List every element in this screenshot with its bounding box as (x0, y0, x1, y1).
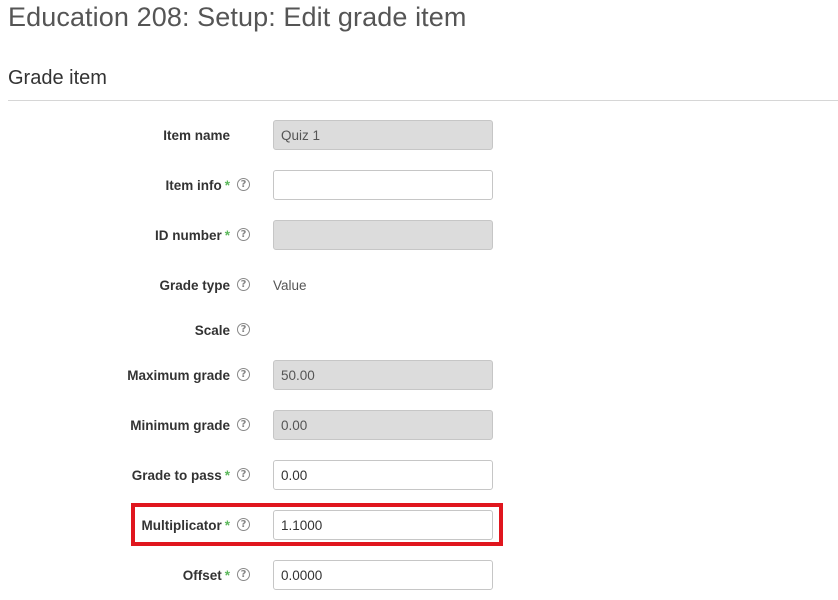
form-row-item-info: Item info *? (0, 170, 838, 200)
help-icon[interactable]: ? (237, 518, 250, 531)
grade-type-value: Value (273, 277, 307, 293)
minimum-grade-label-group: Minimum grade (130, 410, 230, 440)
form-row-id-number: ID number *? (0, 220, 838, 250)
item-info-label-group: Item info * (165, 170, 230, 200)
multiplicator-label-group: Multiplicator * (141, 510, 230, 540)
grade-to-pass-label-group: Grade to pass * (132, 460, 230, 490)
id-number-input (273, 220, 493, 250)
required-asterisk-icon: * (224, 567, 230, 583)
multiplicator-label: Multiplicator (141, 517, 222, 533)
section-divider (8, 100, 838, 101)
maximum-grade-label-group: Maximum grade (127, 360, 230, 390)
form-row-scale: Scale? (0, 315, 838, 345)
grade-to-pass-input[interactable] (273, 460, 493, 490)
required-asterisk-icon: * (224, 177, 230, 193)
form-row-minimum-grade: Minimum grade? (0, 410, 838, 440)
offset-input[interactable] (273, 560, 493, 590)
required-asterisk-icon: * (224, 467, 230, 483)
offset-label-group: Offset * (183, 560, 230, 590)
help-icon[interactable]: ? (237, 368, 250, 381)
help-icon[interactable]: ? (237, 278, 250, 291)
required-asterisk-icon: * (224, 227, 230, 243)
id-number-label-group: ID number * (155, 220, 230, 250)
scale-label-group: Scale (195, 315, 230, 345)
item-info-input[interactable] (273, 170, 493, 200)
help-icon[interactable]: ? (237, 178, 250, 191)
form-row-grade-to-pass: Grade to pass *? (0, 460, 838, 490)
multiplicator-input[interactable] (273, 510, 493, 540)
form-row-multiplicator: Multiplicator *? (0, 510, 838, 540)
maximum-grade-input (273, 360, 493, 390)
item-name-label-group: Item name (163, 120, 230, 150)
help-icon[interactable]: ? (237, 418, 250, 431)
item-name-label: Item name (163, 127, 230, 143)
form-row-grade-type: Grade type? Value (0, 270, 838, 300)
help-icon[interactable]: ? (237, 468, 250, 481)
offset-label: Offset (182, 567, 222, 583)
grade-to-pass-label: Grade to pass (131, 467, 222, 483)
help-icon[interactable]: ? (237, 568, 250, 581)
page-title: Education 208: Setup: Edit grade item (8, 2, 467, 32)
form-row-maximum-grade: Maximum grade? (0, 360, 838, 390)
section-title: Grade item (8, 67, 107, 89)
form-row-offset: Offset *? (0, 560, 838, 590)
minimum-grade-label: Minimum grade (130, 417, 230, 433)
grade-type-label: Grade type (159, 277, 230, 293)
maximum-grade-label: Maximum grade (127, 367, 230, 383)
edit-grade-item-page: Education 208: Setup: Edit grade item Gr… (0, 0, 838, 600)
help-icon[interactable]: ? (237, 228, 250, 241)
item-name-input (273, 120, 493, 150)
form-row-item-name: Item name (0, 120, 838, 150)
minimum-grade-input (273, 410, 493, 440)
id-number-label: ID number (154, 227, 222, 243)
help-icon[interactable]: ? (237, 323, 250, 336)
grade-type-label-group: Grade type (159, 270, 230, 300)
required-asterisk-icon: * (224, 517, 230, 533)
scale-label: Scale (194, 322, 230, 338)
item-info-label: Item info (165, 177, 222, 193)
